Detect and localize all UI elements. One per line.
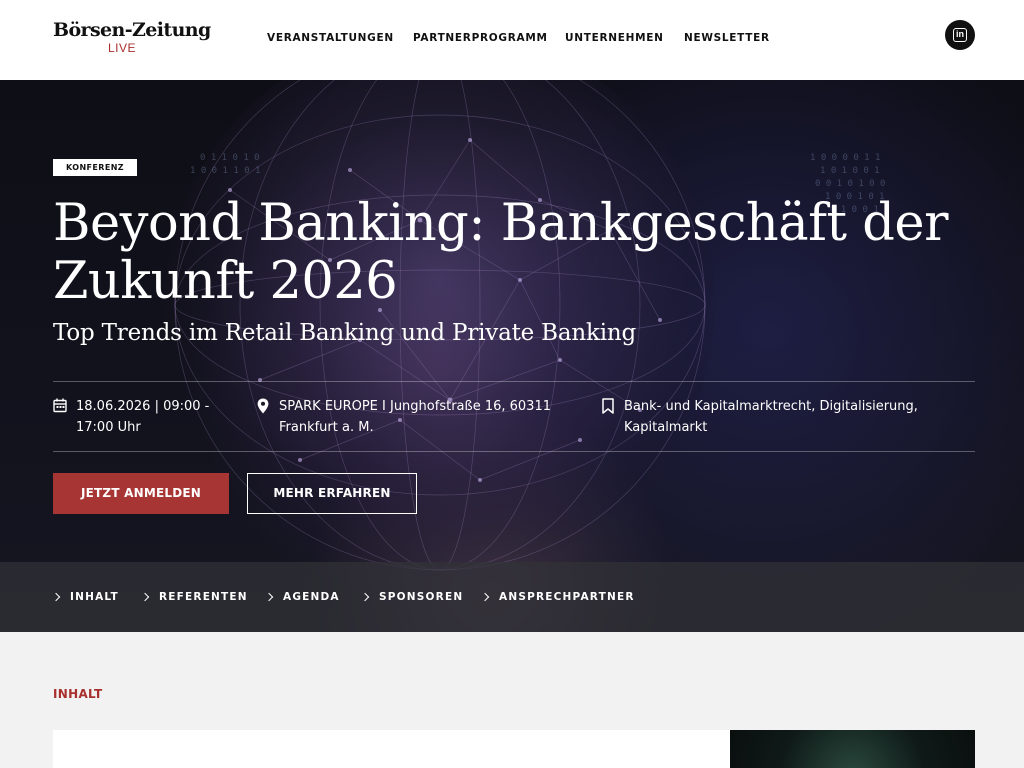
svg-text:1 0 1 0 0 1: 1 0 1 0 0 1: [820, 166, 880, 176]
subnav-label: ANSPRECHPARTNER: [499, 591, 635, 603]
logo[interactable]: Börsen-Zeitung LIVE: [53, 19, 211, 59]
nav-newsletter[interactable]: NEWSLETTER: [684, 32, 770, 46]
chevron-right-icon: [51, 592, 61, 602]
svg-text:1 0 0 0 0 1 1: 1 0 0 0 0 1 1: [810, 153, 880, 163]
chevron-right-icon: [480, 592, 490, 602]
location-pin-icon: [257, 398, 269, 414]
page-subtitle: Top Trends im Retail Banking und Private…: [53, 320, 636, 346]
subnav-label: INHALT: [70, 591, 119, 603]
globe-network-background: 1 0 0 0 0 1 1 1 0 1 0 0 1 0 0 1 0 1 0 0 …: [165, 80, 885, 580]
hero-section: 1 0 0 0 0 1 1 1 0 1 0 0 1 0 0 1 0 1 0 0 …: [0, 80, 1024, 632]
divider-top: [53, 381, 975, 382]
nav-veranstaltungen[interactable]: VERANSTALTUNGEN: [267, 32, 394, 46]
section-navigation: INHALT REFERENTEN AGENDA SPONSOREN ANSPR…: [0, 562, 1024, 632]
learn-more-button[interactable]: MEHR ERFAHREN: [247, 473, 417, 514]
divider-bottom: [53, 451, 975, 452]
section-heading-inhalt: INHALT: [53, 687, 103, 701]
event-topics: Bank- und Kapitalmarktrecht, Digitalisie…: [624, 399, 918, 435]
nav-unternehmen[interactable]: UNTERNEHMEN: [565, 32, 664, 46]
chevron-right-icon: [264, 592, 274, 602]
svg-text:0 0 1 0 1 0 0: 0 0 1 0 1 0 0: [815, 179, 885, 189]
subnav-label: SPONSOREN: [379, 591, 464, 603]
linkedin-icon[interactable]: in: [945, 20, 975, 50]
page-title: Beyond Banking: Bankgeschäft der Zukunft…: [53, 194, 948, 311]
event-date: 18.06.2026 | 09:00 - 17:00 Uhr: [76, 399, 210, 435]
logo-sub-text: LIVE: [108, 41, 137, 55]
svg-text:0 1 1 0 1 0: 0 1 1 0 1 0: [200, 153, 260, 163]
event-location: SPARK EUROPE I Junghofstraße 16, 60311 F…: [279, 399, 551, 435]
bookmark-icon: [602, 398, 614, 414]
chevron-right-icon: [360, 592, 370, 602]
svg-text:1 0 0 1 1 0 1: 1 0 0 1 1 0 1: [190, 166, 260, 176]
event-type-badge: KONFERENZ: [53, 159, 137, 176]
logo-main-text: Börsen-Zeitung: [53, 19, 211, 41]
calendar-icon: [53, 398, 67, 413]
content-image: [730, 730, 975, 768]
content-card: [53, 730, 730, 768]
subnav-label: REFERENTEN: [159, 591, 248, 603]
register-button[interactable]: JETZT ANMELDEN: [53, 473, 229, 514]
nav-partnerprogramm[interactable]: PARTNERPROGRAMM: [413, 32, 548, 46]
chevron-right-icon: [140, 592, 150, 602]
subnav-label: AGENDA: [283, 591, 340, 603]
linkedin-glyph: in: [953, 28, 967, 42]
site-header: Börsen-Zeitung LIVE VERANSTALTUNGEN PART…: [0, 0, 1024, 80]
